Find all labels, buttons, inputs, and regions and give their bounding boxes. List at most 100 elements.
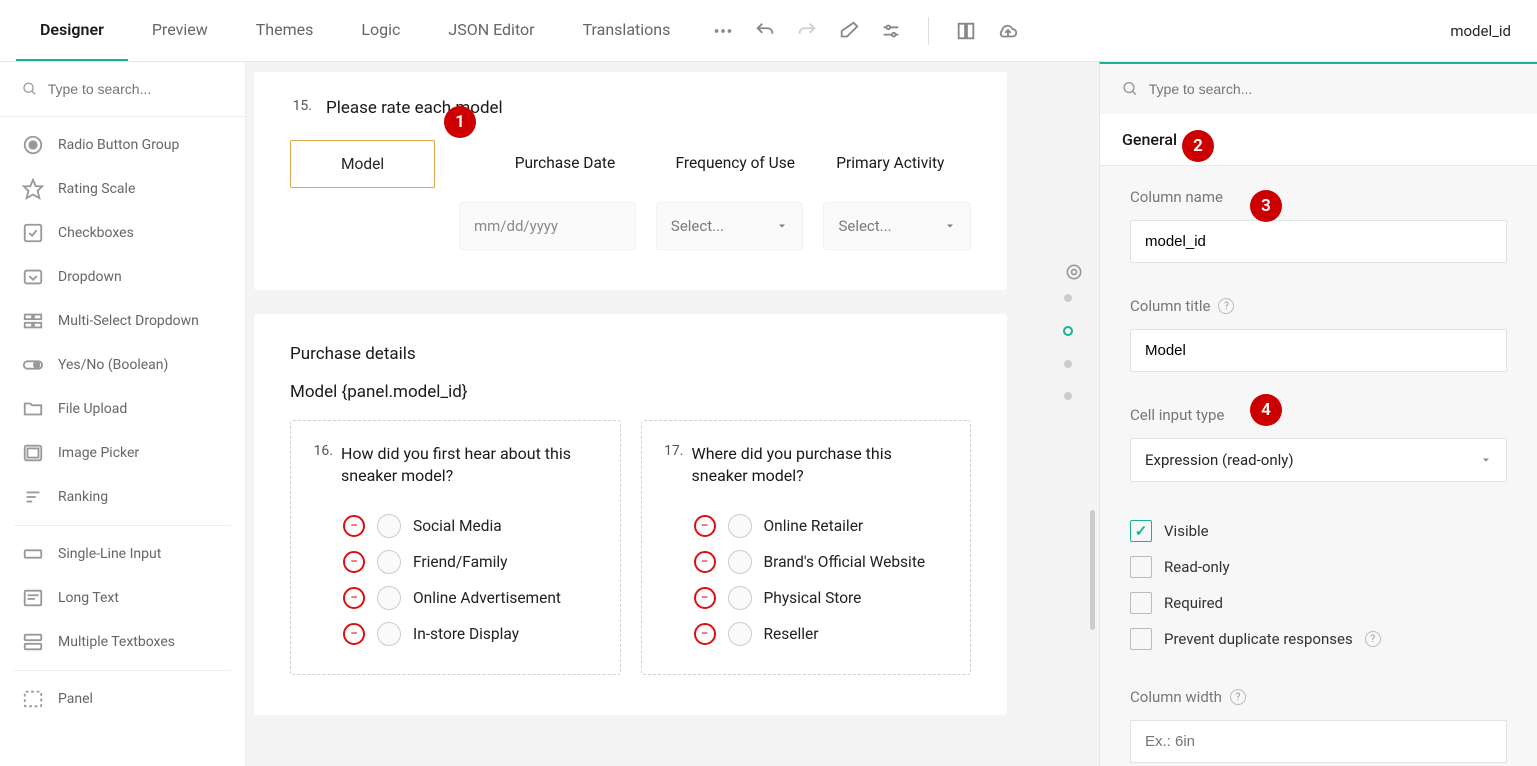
tab-json-editor[interactable]: JSON Editor [424, 0, 558, 61]
more-icon[interactable] [712, 20, 734, 42]
toolbox-long-text[interactable]: Long Text [0, 576, 245, 620]
remove-option-icon[interactable]: − [694, 515, 716, 537]
page-dot[interactable] [1064, 392, 1072, 400]
toolbox-checkboxes[interactable]: Checkboxes [0, 211, 245, 255]
tab-logic[interactable]: Logic [337, 0, 424, 61]
redo-icon[interactable] [796, 20, 818, 42]
remove-option-icon[interactable]: − [343, 551, 365, 573]
toolbox-multi-select-dropdown[interactable]: Multi-Select Dropdown [0, 299, 245, 343]
radio-option[interactable]: −Online Advertisement [311, 580, 600, 616]
help-icon[interactable]: ? [1365, 631, 1381, 647]
radio-option[interactable]: −Brand's Official Website [662, 544, 951, 580]
help-icon[interactable]: ? [1218, 298, 1234, 314]
remove-option-icon[interactable]: − [343, 587, 365, 609]
question-card-17[interactable]: 17. Where did you purchase this sneaker … [641, 420, 972, 675]
toolbox-file-upload[interactable]: File Upload [0, 387, 245, 431]
toolbox-sidebar: Radio Button Group Rating Scale Checkbox… [0, 62, 246, 766]
toolbox-search[interactable] [0, 70, 245, 117]
callout-badge-4: 4 [1250, 394, 1282, 426]
activity-select[interactable]: Select... [823, 202, 971, 250]
toolbox-dropdown[interactable]: Dropdown [0, 255, 245, 299]
cell-input-type-select[interactable]: Expression (read-only) [1130, 438, 1507, 482]
toolbox-boolean[interactable]: Yes/No (Boolean) [0, 343, 245, 387]
radio-option[interactable]: −Online Retailer [662, 508, 951, 544]
tab-themes[interactable]: Themes [232, 0, 338, 61]
star-icon [22, 178, 44, 200]
toolbox-search-input[interactable] [48, 81, 225, 97]
panel-section-title[interactable]: Purchase details [290, 344, 971, 364]
radio-button[interactable] [377, 550, 401, 574]
undo-icon[interactable] [754, 20, 776, 42]
toolbox-ranking[interactable]: Ranking [0, 475, 245, 519]
toolbox-multiple-textboxes[interactable]: Multiple Textboxes [0, 620, 245, 664]
page-dot-active[interactable] [1063, 326, 1073, 336]
date-input[interactable]: mm/dd/yyyy [459, 202, 636, 250]
tab-designer[interactable]: Designer [16, 0, 128, 61]
radio-option[interactable]: −Physical Store [662, 580, 951, 616]
scrollbar-thumb[interactable] [1090, 510, 1095, 630]
toolbox-rating-scale[interactable]: Rating Scale [0, 167, 245, 211]
question-title[interactable]: Where did you purchase this sneaker mode… [692, 443, 951, 488]
cloud-upload-icon[interactable] [997, 20, 1019, 42]
remove-option-icon[interactable]: − [343, 515, 365, 537]
toolbox-panel[interactable]: Panel [0, 677, 245, 721]
property-search[interactable] [1100, 64, 1537, 114]
radio-button[interactable] [728, 622, 752, 646]
toolbox-image-picker[interactable]: Image Picker [0, 431, 245, 475]
radio-option[interactable]: −Friend/Family [311, 544, 600, 580]
book-icon[interactable] [955, 20, 977, 42]
frequency-select[interactable]: Select... [656, 202, 804, 250]
column-header-frequency[interactable]: Frequency of Use [669, 140, 810, 188]
column-header-date[interactable]: Purchase Date [509, 140, 650, 188]
property-search-input[interactable] [1149, 81, 1515, 97]
column-width-label: Column width? [1130, 688, 1507, 706]
tab-preview[interactable]: Preview [128, 0, 232, 61]
toolbox-single-line-input[interactable]: Single-Line Input [0, 532, 245, 576]
radio-option[interactable]: −Social Media [311, 508, 600, 544]
panel-model-title[interactable]: Model {panel.model_id} [290, 382, 971, 402]
question-title[interactable]: Please rate each model [326, 98, 503, 118]
radio-button[interactable] [377, 586, 401, 610]
question-title[interactable]: How did you first hear about this sneake… [341, 443, 600, 488]
column-header-activity[interactable]: Primary Activity [830, 140, 971, 188]
column-header-model[interactable]: Model [290, 140, 435, 188]
radio-option[interactable]: −In-store Display [311, 616, 600, 652]
page-dot[interactable] [1064, 294, 1072, 302]
readonly-checkbox[interactable]: Read-only [1130, 556, 1507, 578]
radio-button[interactable] [377, 514, 401, 538]
settings-sliders-icon[interactable] [880, 20, 902, 42]
question-card-15[interactable]: 15. Please rate each model Model Purchas… [254, 72, 1007, 290]
column-title-input[interactable] [1130, 329, 1507, 372]
page-target-icon[interactable] [1064, 262, 1072, 270]
top-bar: Designer Preview Themes Logic JSON Edito… [0, 0, 1537, 62]
panel-icon [22, 688, 44, 710]
radio-button[interactable] [728, 550, 752, 574]
page-dot[interactable] [1064, 360, 1072, 368]
property-tab-general[interactable]: General [1100, 114, 1537, 166]
remove-option-icon[interactable]: − [694, 623, 716, 645]
radio-option[interactable]: −Reseller [662, 616, 951, 652]
radio-button[interactable] [728, 586, 752, 610]
eraser-icon[interactable] [838, 20, 860, 42]
multi-text-icon [22, 631, 44, 653]
chevron-down-icon [944, 220, 956, 232]
remove-option-icon[interactable]: − [694, 587, 716, 609]
toggle-icon [22, 354, 44, 376]
remove-option-icon[interactable]: − [694, 551, 716, 573]
remove-option-icon[interactable]: − [343, 623, 365, 645]
radio-button[interactable] [377, 622, 401, 646]
toolbox-radio-button-group[interactable]: Radio Button Group [0, 123, 245, 167]
column-name-input[interactable] [1130, 220, 1507, 263]
radio-button[interactable] [728, 514, 752, 538]
help-icon[interactable]: ? [1230, 689, 1246, 705]
column-width-input[interactable] [1130, 720, 1507, 763]
selected-element-label: model_id [1450, 22, 1521, 40]
chevron-down-icon [776, 220, 788, 232]
prevent-duplicate-checkbox[interactable]: Prevent duplicate responses? [1130, 628, 1507, 650]
tab-translations[interactable]: Translations [559, 0, 695, 61]
required-checkbox[interactable]: Required [1130, 592, 1507, 614]
visible-checkbox[interactable]: Visible [1130, 520, 1507, 542]
question-card-16[interactable]: 16. How did you first hear about this sn… [290, 420, 621, 675]
design-canvas[interactable]: 15. Please rate each model Model Purchas… [246, 62, 1099, 766]
question-card-panel[interactable]: Purchase details Model {panel.model_id} … [254, 314, 1007, 715]
